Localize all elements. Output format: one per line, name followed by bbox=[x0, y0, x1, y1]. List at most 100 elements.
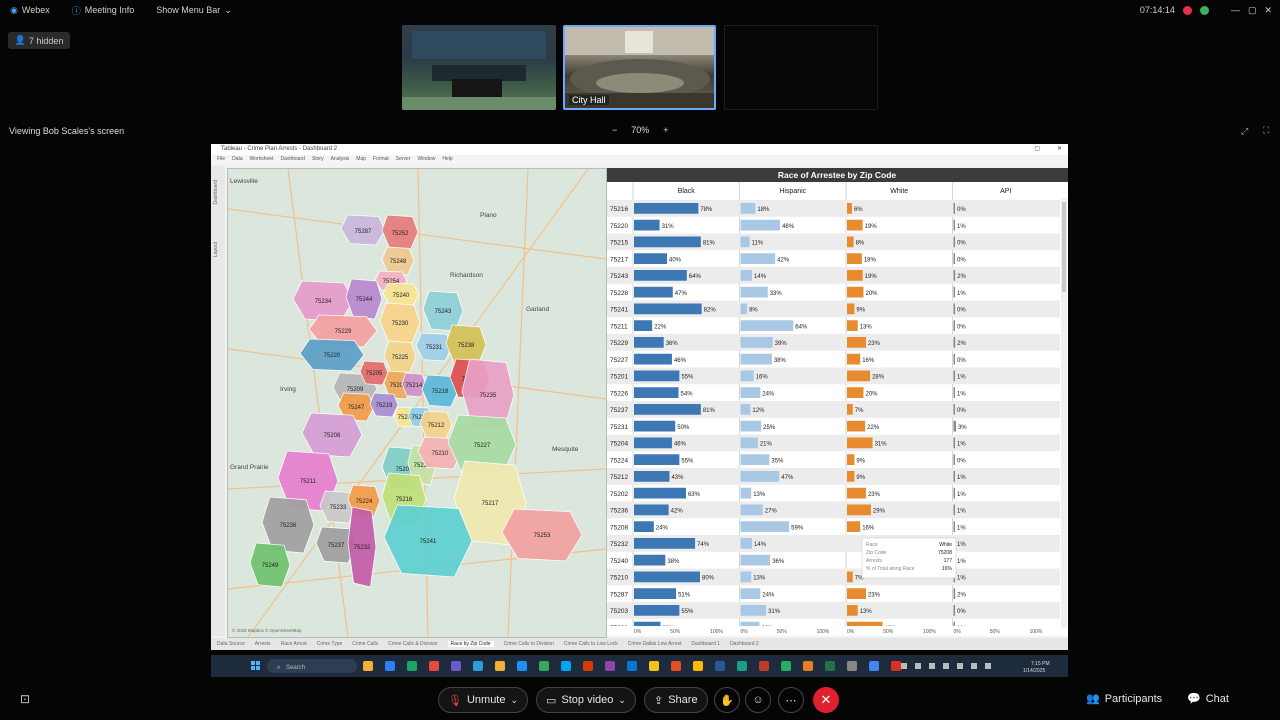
bar-white-75204[interactable] bbox=[847, 437, 873, 449]
zip-region-75252[interactable]: 75252 bbox=[381, 214, 419, 250]
bar-api-75202[interactable] bbox=[953, 487, 956, 499]
bar-hispanic-75224[interactable] bbox=[740, 454, 770, 465]
bar-black-75210[interactable] bbox=[634, 571, 700, 583]
zip-region-75214[interactable]: 75214 bbox=[401, 372, 427, 398]
bar-hispanic-75217[interactable] bbox=[740, 253, 776, 264]
bar-black-75211[interactable] bbox=[634, 320, 653, 331]
bar-white-75237[interactable] bbox=[847, 404, 853, 415]
show-menu-bar-button[interactable]: Show Menu Bar ⌄ bbox=[156, 5, 232, 16]
bar-black-75220[interactable] bbox=[634, 219, 660, 231]
fullscreen-icon[interactable]: ⛶ bbox=[1263, 125, 1269, 136]
zip-region-75205[interactable]: 75205 bbox=[359, 360, 389, 386]
zip-code-map[interactable]: 75287 75252 75248 75254 75240 75234 75244 75243… bbox=[227, 168, 607, 638]
webex-menu[interactable]: ◉ Webex bbox=[10, 5, 50, 16]
bar-black-75201[interactable] bbox=[634, 370, 680, 382]
bar-hispanic-75216[interactable] bbox=[740, 203, 756, 214]
video-thumbnail-chamber[interactable] bbox=[402, 25, 556, 110]
bar-api-75226[interactable] bbox=[953, 387, 956, 398]
bar-black-75224[interactable] bbox=[634, 454, 680, 465]
bar-hispanic-75231[interactable] bbox=[740, 420, 762, 432]
bar-api-75215[interactable] bbox=[953, 236, 956, 248]
bar-white-75220[interactable] bbox=[847, 219, 863, 231]
bar-white-75229[interactable] bbox=[847, 337, 866, 348]
bar-white-75287[interactable] bbox=[847, 588, 866, 599]
bar-hispanic-75211[interactable] bbox=[740, 320, 794, 331]
bar-api-75243[interactable] bbox=[953, 270, 956, 281]
leave-meeting-button[interactable]: ✕ bbox=[813, 687, 839, 713]
bar-hispanic-75237[interactable] bbox=[740, 404, 751, 415]
zip-region-75249[interactable]: 75249 bbox=[249, 542, 291, 588]
bar-api-75217[interactable] bbox=[953, 253, 956, 264]
stop-video-button[interactable]: ▭ Stop video ⌄ bbox=[536, 687, 636, 713]
bar-hispanic-75287[interactable] bbox=[740, 588, 761, 599]
bar-api-75212[interactable] bbox=[953, 471, 956, 482]
bar-hispanic-75201[interactable] bbox=[740, 370, 754, 382]
bar-api-75228[interactable] bbox=[953, 286, 956, 298]
bar-white-75217[interactable] bbox=[847, 253, 862, 264]
zip-region-75253[interactable]: 75253 bbox=[501, 508, 583, 562]
bar-black-75217[interactable] bbox=[634, 253, 667, 264]
bar-hispanic-75220[interactable] bbox=[740, 219, 781, 231]
zip-region-75208[interactable]: 75208 bbox=[301, 412, 363, 458]
zip-region-75232[interactable]: 75232 bbox=[347, 506, 377, 588]
bar-hispanic-75229[interactable] bbox=[740, 337, 773, 348]
bar-white-75226[interactable] bbox=[847, 387, 864, 398]
bar-api-75287[interactable] bbox=[953, 588, 956, 599]
bar-white-75243[interactable] bbox=[847, 270, 863, 281]
bar-white-75227[interactable] bbox=[847, 353, 861, 365]
bar-black-75212[interactable] bbox=[634, 471, 670, 482]
bar-white-75202[interactable] bbox=[847, 487, 866, 499]
bar-black-75202[interactable] bbox=[634, 487, 686, 499]
race-by-zip-chart[interactable]: Race of Arrestee by Zip Code Black Hispani… bbox=[607, 168, 1068, 636]
bar-hispanic-75243[interactable] bbox=[740, 270, 753, 281]
bar-api-75204[interactable] bbox=[953, 437, 956, 449]
bar-hispanic-75228[interactable] bbox=[740, 286, 768, 298]
more-options-button[interactable]: ⋯ bbox=[778, 687, 804, 713]
bar-api-75236[interactable] bbox=[953, 504, 956, 516]
bar-api-75231[interactable] bbox=[953, 420, 956, 432]
bar-hispanic-75215[interactable] bbox=[740, 236, 750, 248]
bar-white-75212[interactable] bbox=[847, 471, 855, 482]
bar-hispanic-75203[interactable] bbox=[740, 605, 767, 616]
bar-black-75203[interactable] bbox=[634, 605, 680, 616]
close-icon[interactable]: ✕ bbox=[1264, 5, 1272, 16]
chart-scroll-thumb[interactable] bbox=[1062, 202, 1066, 292]
bar-white-75228[interactable] bbox=[847, 286, 864, 298]
video-thumbnail-city-hall[interactable]: City Hall bbox=[563, 25, 716, 110]
bar-black-75204[interactable] bbox=[634, 437, 672, 449]
bar-api-75203[interactable] bbox=[953, 605, 956, 616]
zip-region-75244[interactable]: 75244 bbox=[345, 278, 383, 320]
zip-region-75225[interactable]: 75225 bbox=[383, 340, 417, 374]
bar-hispanic-75232[interactable] bbox=[740, 538, 753, 549]
chat-button[interactable]: 💬 Chat bbox=[1187, 692, 1229, 706]
bar-white-75216[interactable] bbox=[847, 203, 852, 214]
bar-black-75237[interactable] bbox=[634, 404, 701, 415]
reactions-button[interactable]: ☺ bbox=[745, 687, 771, 713]
bar-api-75208[interactable] bbox=[953, 521, 956, 532]
bar-black-75241[interactable] bbox=[634, 303, 702, 315]
bar-black-75227[interactable] bbox=[634, 353, 672, 365]
meeting-info-button[interactable]: ⓘ Meeting Info bbox=[72, 4, 135, 17]
bar-black-75287[interactable] bbox=[634, 588, 677, 599]
bar-white-75201[interactable] bbox=[847, 370, 871, 382]
bar-black-75236[interactable] bbox=[634, 504, 669, 516]
video-thumbnail-empty[interactable] bbox=[724, 25, 878, 110]
hidden-participants-button[interactable]: 👤 7 hidden bbox=[8, 32, 70, 49]
zip-region-75219[interactable]: 75219 bbox=[369, 392, 399, 418]
minimize-icon[interactable]: — bbox=[1231, 5, 1240, 15]
zip-region-75220[interactable]: 75220 bbox=[299, 338, 365, 372]
bar-black-75231[interactable] bbox=[634, 420, 676, 432]
zoom-in-button[interactable]: + bbox=[663, 125, 668, 135]
bar-api-75216[interactable] bbox=[953, 203, 956, 214]
bar-black-75226[interactable] bbox=[634, 387, 679, 398]
bar-api-75220[interactable] bbox=[953, 219, 956, 231]
zoom-out-button[interactable]: − bbox=[612, 125, 617, 135]
maximize-icon[interactable]: ▢ bbox=[1248, 5, 1257, 16]
raise-hand-button[interactable]: ✋ bbox=[714, 687, 740, 713]
zip-region-75248[interactable]: 75248 bbox=[381, 246, 415, 276]
bar-api-75241[interactable] bbox=[953, 303, 956, 315]
bar-hispanic-75240[interactable] bbox=[740, 554, 771, 566]
participants-button[interactable]: 👥 Participants bbox=[1086, 692, 1162, 706]
pop-out-icon[interactable]: ⤢ bbox=[1241, 126, 1248, 137]
bar-api-75227[interactable] bbox=[953, 353, 956, 365]
